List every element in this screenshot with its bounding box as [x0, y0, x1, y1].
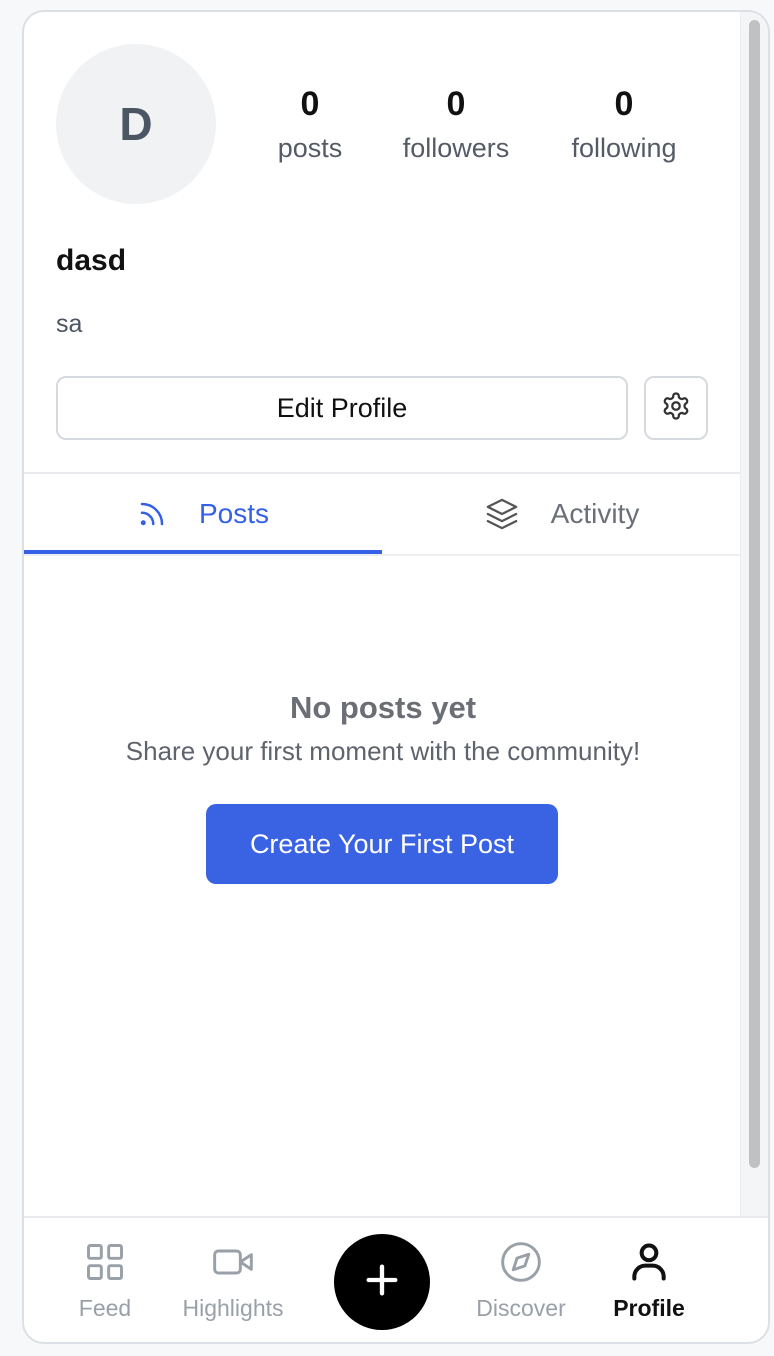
- stat-following[interactable]: 0 following: [554, 84, 694, 166]
- create-post-fab[interactable]: [334, 1234, 430, 1330]
- rss-icon: [137, 499, 167, 529]
- avatar-initial: D: [119, 98, 153, 150]
- followers-label: followers: [402, 133, 510, 163]
- settings-button[interactable]: [644, 376, 708, 440]
- tab-posts-label: Posts: [198, 498, 270, 529]
- nav-profile-label: Profile: [613, 1295, 685, 1321]
- gear-icon: [661, 391, 691, 426]
- video-icon: [210, 1240, 256, 1289]
- following-label: following: [571, 133, 677, 163]
- edit-profile-button[interactable]: Edit Profile: [56, 376, 628, 440]
- tab-activity-label: Activity: [550, 498, 640, 529]
- followers-count: 0: [446, 85, 466, 123]
- create-first-post-button[interactable]: Create Your First Post: [206, 804, 558, 884]
- nav-highlights[interactable]: Highlights: [158, 1240, 308, 1322]
- empty-state-subtitle: Share your first moment with the communi…: [125, 736, 641, 766]
- divider: [24, 554, 742, 556]
- compass-icon: [498, 1240, 544, 1289]
- stat-posts[interactable]: 0 posts: [240, 84, 380, 166]
- stat-followers[interactable]: 0 followers: [386, 84, 526, 166]
- user-icon: [627, 1240, 671, 1289]
- layers-icon: [485, 497, 519, 531]
- nav-discover-label: Discover: [476, 1295, 566, 1321]
- plus-icon: [362, 1260, 402, 1305]
- nav-highlights-label: Highlights: [182, 1295, 284, 1321]
- posts-count: 0: [300, 85, 320, 123]
- grid-icon: [83, 1240, 127, 1289]
- tab-activity[interactable]: Activity: [382, 474, 742, 554]
- nav-profile[interactable]: Profile: [574, 1240, 724, 1322]
- app-frame: D 0 posts 0 followers 0 following dasd s…: [22, 10, 770, 1344]
- empty-state-title: No posts yet: [289, 690, 477, 725]
- scrollbar-thumb[interactable]: [749, 20, 760, 1168]
- posts-label: posts: [277, 133, 343, 163]
- profile-page: D 0 posts 0 followers 0 following dasd s…: [24, 12, 742, 1216]
- bottom-nav: Feed Highlights Discover Profile: [24, 1216, 768, 1342]
- following-count: 0: [614, 85, 634, 123]
- nav-feed-label: Feed: [78, 1295, 132, 1321]
- avatar[interactable]: D: [56, 44, 216, 204]
- tab-posts[interactable]: Posts: [24, 474, 382, 554]
- bio: sa: [56, 310, 83, 338]
- scrollbar[interactable]: [740, 12, 768, 1216]
- username: dasd: [56, 244, 127, 277]
